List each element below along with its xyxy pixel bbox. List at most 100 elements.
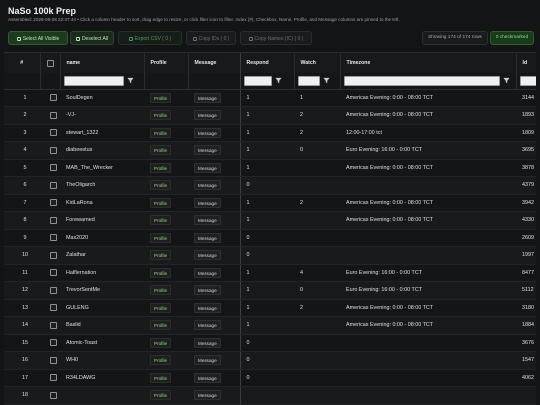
row-message-cell: Message [188, 211, 241, 230]
profile-button[interactable]: Profile [150, 180, 172, 191]
table-row[interactable]: 1 SoulDegen Profile Message 1 1 Americas Eveni… [4, 89, 536, 107]
profile-button[interactable]: Profile [150, 197, 172, 208]
message-button[interactable]: Message [194, 337, 221, 348]
message-button[interactable]: Message [194, 372, 221, 383]
profile-button[interactable]: Profile [150, 110, 172, 121]
table-row[interactable]: 4 diabeeetus Profile Message 1 0 Euro Evening:… [4, 141, 536, 160]
row-checkbox[interactable] [49, 146, 57, 154]
column-header-name[interactable]: name [60, 53, 145, 73]
profile-button[interactable]: Profile [150, 302, 172, 313]
id-filter-input[interactable] [519, 75, 536, 86]
row-checkbox[interactable] [49, 251, 57, 259]
profile-button[interactable]: Profile [150, 337, 172, 348]
message-button[interactable]: Message [194, 355, 221, 366]
message-button[interactable]: Message [194, 232, 221, 243]
message-button[interactable]: Message [194, 145, 221, 156]
table-row[interactable]: 12 TrevorSentMe Profile Message 1 0 Euro Eveni… [4, 281, 536, 300]
profile-button[interactable]: Profile [150, 145, 172, 156]
table-row[interactable]: 6 TheOligarch Profile Message 0 4379 [4, 176, 536, 195]
profile-button[interactable]: Profile [150, 232, 172, 243]
row-checkbox[interactable] [49, 94, 57, 102]
row-id: 1547 [516, 351, 536, 370]
row-checkbox[interactable] [49, 356, 57, 364]
profile-button[interactable]: Profile [150, 162, 172, 173]
column-header-profile[interactable]: Profile [144, 53, 189, 73]
table-row[interactable]: 8 Forewarned Profile Message 1 Americas Eveni… [4, 211, 536, 230]
message-button[interactable]: Message [194, 267, 221, 278]
row-checkbox[interactable] [49, 181, 57, 189]
row-checkbox[interactable] [49, 321, 57, 329]
table-row[interactable]: 2 -VJ- Profile Message 1 2 Americas Evening: 0… [4, 106, 536, 125]
watch-filter-input[interactable] [297, 75, 320, 86]
message-button[interactable]: Message [194, 92, 221, 103]
message-button[interactable]: Message [194, 127, 221, 138]
select-all-visible-button[interactable]: Select All Visible [8, 31, 68, 45]
row-checkbox[interactable] [49, 339, 57, 347]
profile-button[interactable]: Profile [150, 215, 172, 226]
row-checkbox-cell [40, 316, 60, 335]
message-button[interactable]: Message [194, 197, 221, 208]
deselect-all-button[interactable]: Deselect All [70, 31, 114, 45]
message-button[interactable]: Message [194, 180, 221, 191]
row-checkbox[interactable] [49, 111, 57, 119]
table-row[interactable]: 11 Halflernation Profile Message 1 4 Euro Even… [4, 264, 536, 282]
name-filter-input[interactable] [63, 75, 124, 86]
row-checkbox[interactable] [49, 286, 57, 294]
message-button[interactable]: Message [194, 285, 221, 296]
export-csv-button[interactable]: Export CSV ( 0 ) [118, 31, 182, 45]
column-header-index[interactable]: # [4, 53, 41, 73]
row-checkbox[interactable] [49, 269, 57, 277]
profile-button[interactable]: Profile [150, 267, 172, 278]
table-row[interactable]: 17 R34LDAWG Profile Message 0 4062 [4, 369, 536, 387]
table-row[interactable]: 3 stewart_1322 Profile Message 1 2 12:00-17:00… [4, 124, 536, 142]
filter-icon[interactable] [126, 77, 134, 84]
column-header-message[interactable]: Message [188, 53, 241, 73]
profile-button[interactable]: Profile [150, 355, 172, 366]
table-row[interactable]: 9 Max2020 Profile Message 0 2609 [4, 229, 536, 247]
profile-button[interactable]: Profile [150, 285, 172, 296]
row-checkbox[interactable] [49, 374, 57, 382]
filter-icon[interactable] [502, 77, 510, 84]
message-button[interactable]: Message [194, 215, 221, 226]
table-row[interactable]: 16 WH0 Profile Message 0 1547 [4, 351, 536, 370]
row-checkbox[interactable] [49, 164, 57, 172]
table-row[interactable]: 13 GULENG Profile Message 1 2 Americas Evening… [4, 299, 536, 317]
column-header-select[interactable] [40, 53, 61, 73]
respond-filter-input[interactable] [243, 75, 272, 86]
row-checkbox[interactable] [49, 129, 57, 137]
copy-ids-button[interactable]: Copy IDs ( 0 ) [186, 31, 236, 45]
column-header-id[interactable]: Id [516, 53, 536, 73]
profile-button[interactable]: Profile [150, 250, 172, 261]
row-checkbox[interactable] [49, 199, 57, 207]
message-button[interactable]: Message [194, 110, 221, 121]
row-checkbox[interactable] [49, 234, 57, 242]
profile-button[interactable]: Profile [150, 127, 172, 138]
row-checkbox[interactable] [49, 216, 57, 224]
message-button[interactable]: Message [194, 390, 221, 401]
message-button[interactable]: Message [194, 162, 221, 173]
table-row[interactable]: 7 KidLaRona Profile Message 1 2 Americas Eveni… [4, 194, 536, 212]
column-header-timezone[interactable]: Timezone [340, 53, 517, 73]
copy-names-button[interactable]: Copy Names (IC) ( 0 ) [240, 31, 312, 45]
message-button[interactable]: Message [194, 250, 221, 261]
filter-icon[interactable] [274, 77, 282, 84]
profile-button[interactable]: Profile [150, 320, 172, 331]
select-all-checkbox[interactable] [46, 59, 54, 67]
row-checkbox[interactable] [49, 304, 57, 312]
table-row[interactable]: 5 MAB_The_Wrecker Profile Message 1 Americas … [4, 159, 536, 177]
profile-button[interactable]: Profile [150, 372, 172, 383]
profile-button[interactable]: Profile [150, 92, 172, 103]
filter-icon[interactable] [322, 77, 330, 84]
timezone-filter-input[interactable] [343, 75, 500, 86]
column-header-respond[interactable]: Respond [240, 53, 295, 73]
table-row[interactable]: 18 Profile Message [4, 386, 536, 405]
table-row[interactable]: 15 Atomic-Toast Profile Message 0 3676 [4, 334, 536, 352]
profile-button[interactable]: Profile [150, 390, 172, 401]
table-row[interactable]: 14 Baslid Profile Message 1 Americas Evening:… [4, 316, 536, 335]
table-row[interactable]: 10 Zalathar Profile Message 0 1997 [4, 246, 536, 265]
row-name: Zalathar [60, 246, 144, 265]
column-header-watch[interactable]: Watch [294, 53, 341, 73]
message-button[interactable]: Message [194, 320, 221, 331]
message-button[interactable]: Message [194, 302, 221, 313]
row-checkbox[interactable] [49, 391, 57, 399]
